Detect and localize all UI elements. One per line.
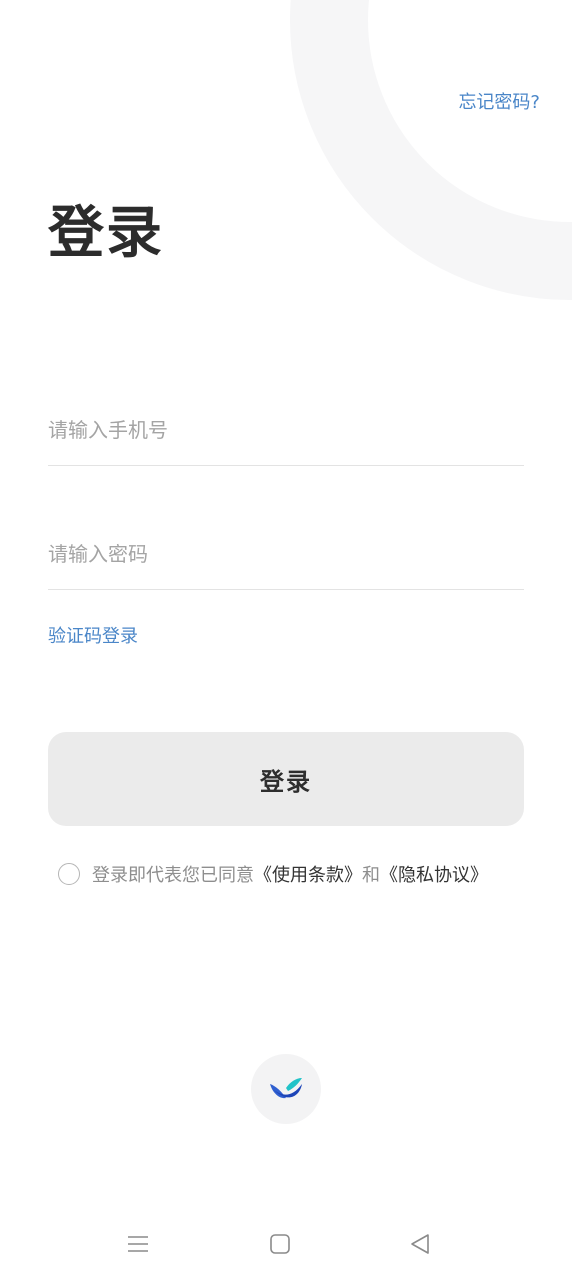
- agreement-row: 登录即代表您已同意 《使用条款》 和 《隐私协议》: [58, 860, 488, 888]
- nav-home-button[interactable]: [262, 1226, 298, 1262]
- app-logo: [251, 1054, 321, 1124]
- login-screen: 忘记密码? 登录 验证码登录 登录 登录即代表您已同意 《使用条款》 和 《隐私…: [0, 0, 572, 1280]
- sms-code-login-link[interactable]: 验证码登录: [48, 622, 138, 648]
- forgot-password-link[interactable]: 忘记密码?: [458, 88, 540, 114]
- login-button[interactable]: 登录: [48, 732, 524, 826]
- agreement-prefix-text: 登录即代表您已同意: [92, 865, 254, 886]
- system-nav-bar: [0, 1220, 572, 1270]
- phone-field: [48, 395, 524, 466]
- privacy-policy-link[interactable]: 《隐私协议》: [380, 861, 488, 887]
- back-triangle-icon: [411, 1234, 429, 1254]
- decorative-ring: [290, 0, 572, 300]
- password-field: [48, 519, 524, 590]
- page-title: 登录: [48, 201, 164, 266]
- menu-icon: [128, 1236, 148, 1252]
- nav-back-button[interactable]: [402, 1226, 438, 1262]
- home-square-icon: [270, 1234, 290, 1254]
- terms-of-use-link[interactable]: 《使用条款》: [254, 861, 362, 887]
- nav-menu-button[interactable]: [120, 1226, 156, 1262]
- bird-logo-icon: [270, 1078, 302, 1099]
- phone-input[interactable]: [48, 395, 524, 465]
- agreement-checkbox[interactable]: [58, 863, 80, 885]
- password-input[interactable]: [48, 519, 524, 589]
- agreement-conjunction-text: 和: [362, 865, 380, 886]
